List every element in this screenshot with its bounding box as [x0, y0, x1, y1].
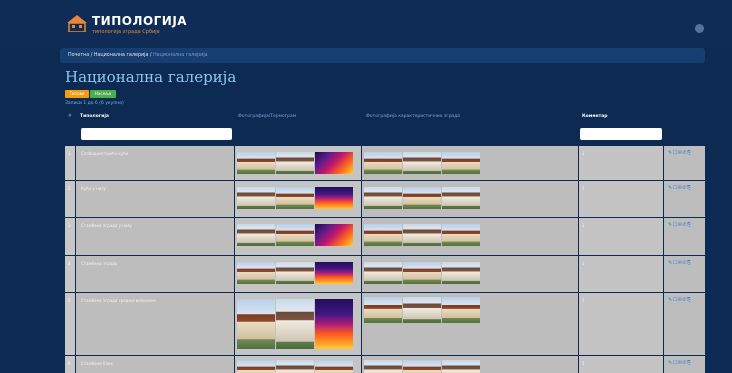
breadcrumb-home[interactable]: Почетна	[68, 53, 89, 58]
building-photo[interactable]	[315, 360, 353, 373]
building-photo[interactable]	[237, 224, 275, 246]
comment-filter-input[interactable]	[580, 128, 662, 140]
types-button[interactable]: Типови	[65, 90, 89, 98]
record-count: Записи 1 до 6 (6 укупно)	[65, 101, 124, 106]
row-action-icons[interactable]: ✎☐✉✆⎘	[668, 297, 692, 303]
thermogram-image[interactable]	[315, 187, 353, 209]
row-comment: 1	[582, 186, 585, 191]
building-photo[interactable]	[442, 152, 480, 174]
row-typology-name[interactable]: Стамбена зграда	[81, 261, 117, 266]
building-photo[interactable]	[276, 224, 314, 246]
building-photo[interactable]	[403, 152, 441, 174]
building-photo[interactable]	[276, 360, 314, 373]
building-photo[interactable]	[237, 360, 275, 373]
settlements-button[interactable]: Насеља	[90, 90, 116, 98]
column-header-typology[interactable]: Типологија	[80, 114, 109, 119]
row-typology-name[interactable]: Стамбена зграда средње величине	[81, 298, 156, 303]
row-action-icons[interactable]: ✎☐✉✆⎘	[668, 150, 692, 156]
building-photo[interactable]	[237, 187, 275, 209]
row-action-icons[interactable]: ✎☐✉✆⎘	[668, 360, 692, 366]
site-header: ТИПОЛОГИЈА типологија зграда Србије	[0, 0, 732, 45]
row-action-icons[interactable]: ✎☐✉✆⎘	[668, 222, 692, 228]
building-photo[interactable]	[364, 187, 402, 209]
row-action-icons[interactable]: ✎☐✉✆⎘	[668, 185, 692, 191]
building-photo[interactable]	[442, 297, 480, 323]
thermogram-image[interactable]	[315, 224, 353, 246]
column-header-num: #	[68, 114, 72, 119]
building-photo[interactable]	[364, 297, 402, 323]
building-photo[interactable]	[442, 224, 480, 246]
building-photo[interactable]	[364, 152, 402, 174]
building-photo[interactable]	[276, 187, 314, 209]
building-photo[interactable]	[276, 299, 314, 349]
table-row: 3 Стамбена зграда у низу 1 ✎☐✉✆⎘	[65, 218, 705, 255]
building-photo[interactable]	[442, 360, 480, 373]
building-photo[interactable]	[403, 297, 441, 323]
row-comment: 1	[582, 261, 585, 266]
row-number: 3	[68, 223, 71, 228]
building-photo[interactable]	[237, 262, 275, 284]
row-comment: 1	[582, 361, 585, 366]
breadcrumb-current: Национална галерија	[153, 53, 208, 58]
building-photo[interactable]	[364, 360, 402, 373]
table-row: 5 Стамбена зграда средње величине 1 ✎☐✉✆…	[65, 293, 705, 355]
building-photo[interactable]	[403, 224, 441, 246]
row-typology-name[interactable]: Кућа у низу	[81, 186, 106, 191]
row-comment: 1	[582, 298, 585, 303]
building-photo[interactable]	[403, 187, 441, 209]
thermogram-image[interactable]	[315, 152, 353, 174]
building-photo[interactable]	[237, 152, 275, 174]
thermogram-image[interactable]	[315, 262, 353, 284]
building-photo[interactable]	[364, 224, 402, 246]
row-action-icons[interactable]: ✎☐✉✆⎘	[668, 260, 692, 266]
typology-filter-input[interactable]	[81, 128, 232, 140]
building-photo[interactable]	[276, 262, 314, 284]
row-number: 5	[68, 298, 71, 303]
brand-title[interactable]: ТИПОЛОГИЈА	[92, 14, 187, 28]
building-photo[interactable]	[237, 299, 275, 349]
row-typology-name[interactable]: Слободностојећа кућа	[81, 151, 128, 156]
column-header-comment[interactable]: Коментар	[582, 114, 607, 119]
building-photo[interactable]	[442, 262, 480, 284]
row-number: 2	[68, 186, 71, 191]
row-comment: 1	[582, 223, 585, 228]
row-comment: 1	[582, 151, 585, 156]
building-photo[interactable]	[403, 262, 441, 284]
row-typology-name[interactable]: Стамбени блок	[81, 361, 113, 366]
table-row: 1 Слободностојећа кућа 1 ✎☐✉✆⎘	[65, 146, 705, 180]
brand-subtitle: типологија зграда Србије	[92, 29, 160, 35]
row-number: 6	[68, 361, 71, 366]
breadcrumb: Почетна / Национална галерија / Национал…	[60, 48, 705, 63]
building-photo[interactable]	[403, 360, 441, 373]
breadcrumb-section[interactable]: Национална галерија	[94, 53, 149, 58]
user-icon[interactable]	[695, 24, 704, 33]
table-row: 4 Стамбена зграда 1 ✎☐✉✆⎘	[65, 256, 705, 292]
row-typology-name[interactable]: Стамбена зграда у низу	[81, 223, 132, 228]
page-title: Национална галерија	[65, 68, 237, 86]
building-photo[interactable]	[442, 187, 480, 209]
column-header-photo-thermal[interactable]: Фотографија/Термограм	[238, 114, 296, 119]
column-header-photo-building[interactable]: Фотографија карактеристичних зграда	[366, 114, 460, 119]
thermogram-image[interactable]	[315, 299, 353, 349]
building-photo[interactable]	[364, 262, 402, 284]
row-number: 4	[68, 261, 71, 266]
row-number: 1	[68, 151, 71, 156]
table-row: 2 Кућа у низу 1 ✎☐✉✆⎘	[65, 181, 705, 217]
building-photo[interactable]	[276, 152, 314, 174]
table-row: 6 Стамбени блок 1 ✎☐✉✆⎘	[65, 356, 705, 373]
logo-icon[interactable]	[66, 14, 88, 32]
